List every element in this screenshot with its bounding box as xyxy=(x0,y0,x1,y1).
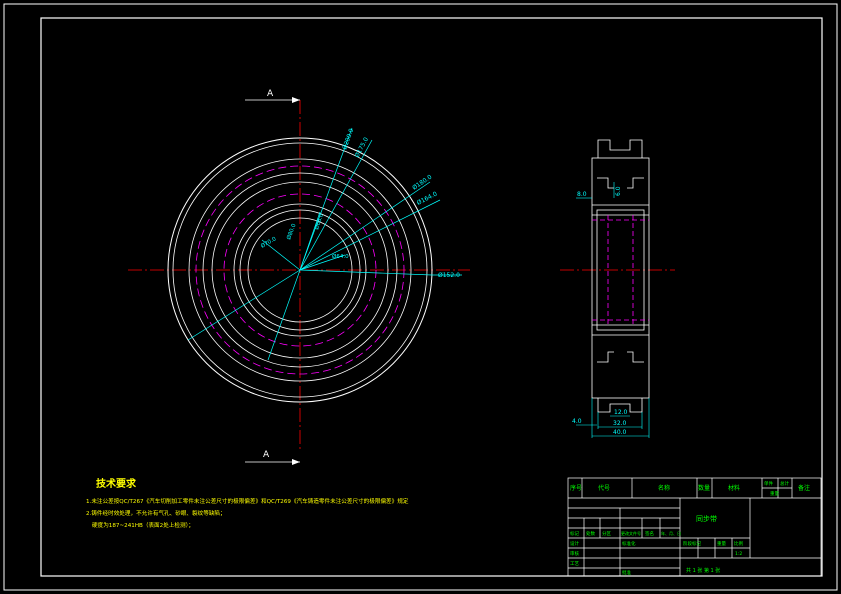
tech-req-line-2: 2.铸件经时效处理，不允许有气孔、砂眼、裂纹等缺陷； xyxy=(86,509,226,517)
tb-header-code: 代号 xyxy=(598,484,610,492)
dim-d64: Ø64.0 xyxy=(332,253,349,260)
dim-4: 4.0 xyxy=(572,418,582,425)
tb-rev-zone: 分区 xyxy=(602,530,611,537)
tb-stage-scale: 比例 xyxy=(734,540,743,547)
tb-role-approve: 批准 xyxy=(622,569,631,576)
tb-header-total: 总计 xyxy=(780,480,789,487)
tb-rev-date: 年、月、日 xyxy=(661,530,681,536)
dim-d200: Ø200.0 xyxy=(341,128,355,151)
dim-d180: Ø180.0 xyxy=(411,174,433,192)
side-section-view xyxy=(560,139,675,438)
tb-stage-weight: 重量 xyxy=(717,540,726,547)
title-block-header: 序号 代号 名称 数量 材料 单件 总计 备注 重量 xyxy=(570,480,810,497)
front-view: Ø200.0 Ø175.0 Ø180.0 Ø164.0 Ø70.0 Ø80.0 … xyxy=(128,89,470,465)
tb-part-name: 同步带 xyxy=(696,515,717,523)
tech-req-line-3: 硬度为187~241HB（表面2处上检测）； xyxy=(92,521,194,529)
tb-role-process: 工艺 xyxy=(570,561,579,567)
tech-req-line-1: 1.未注公差按QC/T267《汽车切削加工零件未注公差尺寸的极限偏差》和QC/T… xyxy=(86,497,409,505)
section-mark-top: A xyxy=(267,89,274,99)
tb-header-weight: 重量 xyxy=(770,490,779,497)
tb-header-unit: 单件 xyxy=(764,480,773,487)
cad-drawing: Ø200.0 Ø175.0 Ø180.0 Ø164.0 Ø70.0 Ø80.0 … xyxy=(3,3,838,591)
tb-rev-sign: 签名 xyxy=(645,530,654,537)
tb-header-remark: 备注 xyxy=(798,484,810,492)
dim-8: 8.0 xyxy=(577,191,587,198)
tb-rev-mark: 标记 xyxy=(570,530,579,537)
tb-sheets: 共 1 张 第 1 张 xyxy=(686,567,720,574)
dim-d152: Ø152.0 xyxy=(438,272,460,279)
tb-stage: 阶段标记 重量 比例 1:2 共 1 张 第 1 张 xyxy=(683,540,743,574)
tb-rev-count: 处数 xyxy=(586,530,595,537)
tb-header-no: 序号 xyxy=(570,484,582,492)
dim-d164: Ø164.0 xyxy=(416,191,439,207)
tb-scale-value: 1:2 xyxy=(735,551,742,557)
dim-12: 12.0 xyxy=(614,409,628,416)
tb-header-name: 名称 xyxy=(658,484,670,492)
dim-d70: Ø70.0 xyxy=(260,235,278,250)
tb-rev-doc: 更改文件号 xyxy=(621,530,641,536)
dim-40: 40.0 xyxy=(613,429,627,436)
dim-32: 32.0 xyxy=(613,420,627,427)
tech-req-title: 技术要求 xyxy=(96,477,137,490)
tb-revision-row: 标记 处数 分区 更改文件号 签名 年、月、日 xyxy=(570,530,681,537)
title-block xyxy=(567,477,822,577)
tb-role-design: 设计 xyxy=(570,540,579,547)
tb-header-qty: 数量 xyxy=(698,484,710,492)
tb-role-standard: 标准化 xyxy=(622,540,636,547)
section-mark-bottom: A xyxy=(263,450,270,460)
tb-header-material: 材料 xyxy=(728,484,740,492)
dim-d80: Ø80.0 xyxy=(285,222,297,240)
tb-stage-mark: 阶段标记 xyxy=(683,540,701,547)
inner-frame xyxy=(40,17,823,577)
dim-6: 6.0 xyxy=(615,186,622,196)
tb-role-review: 审核 xyxy=(570,550,579,557)
